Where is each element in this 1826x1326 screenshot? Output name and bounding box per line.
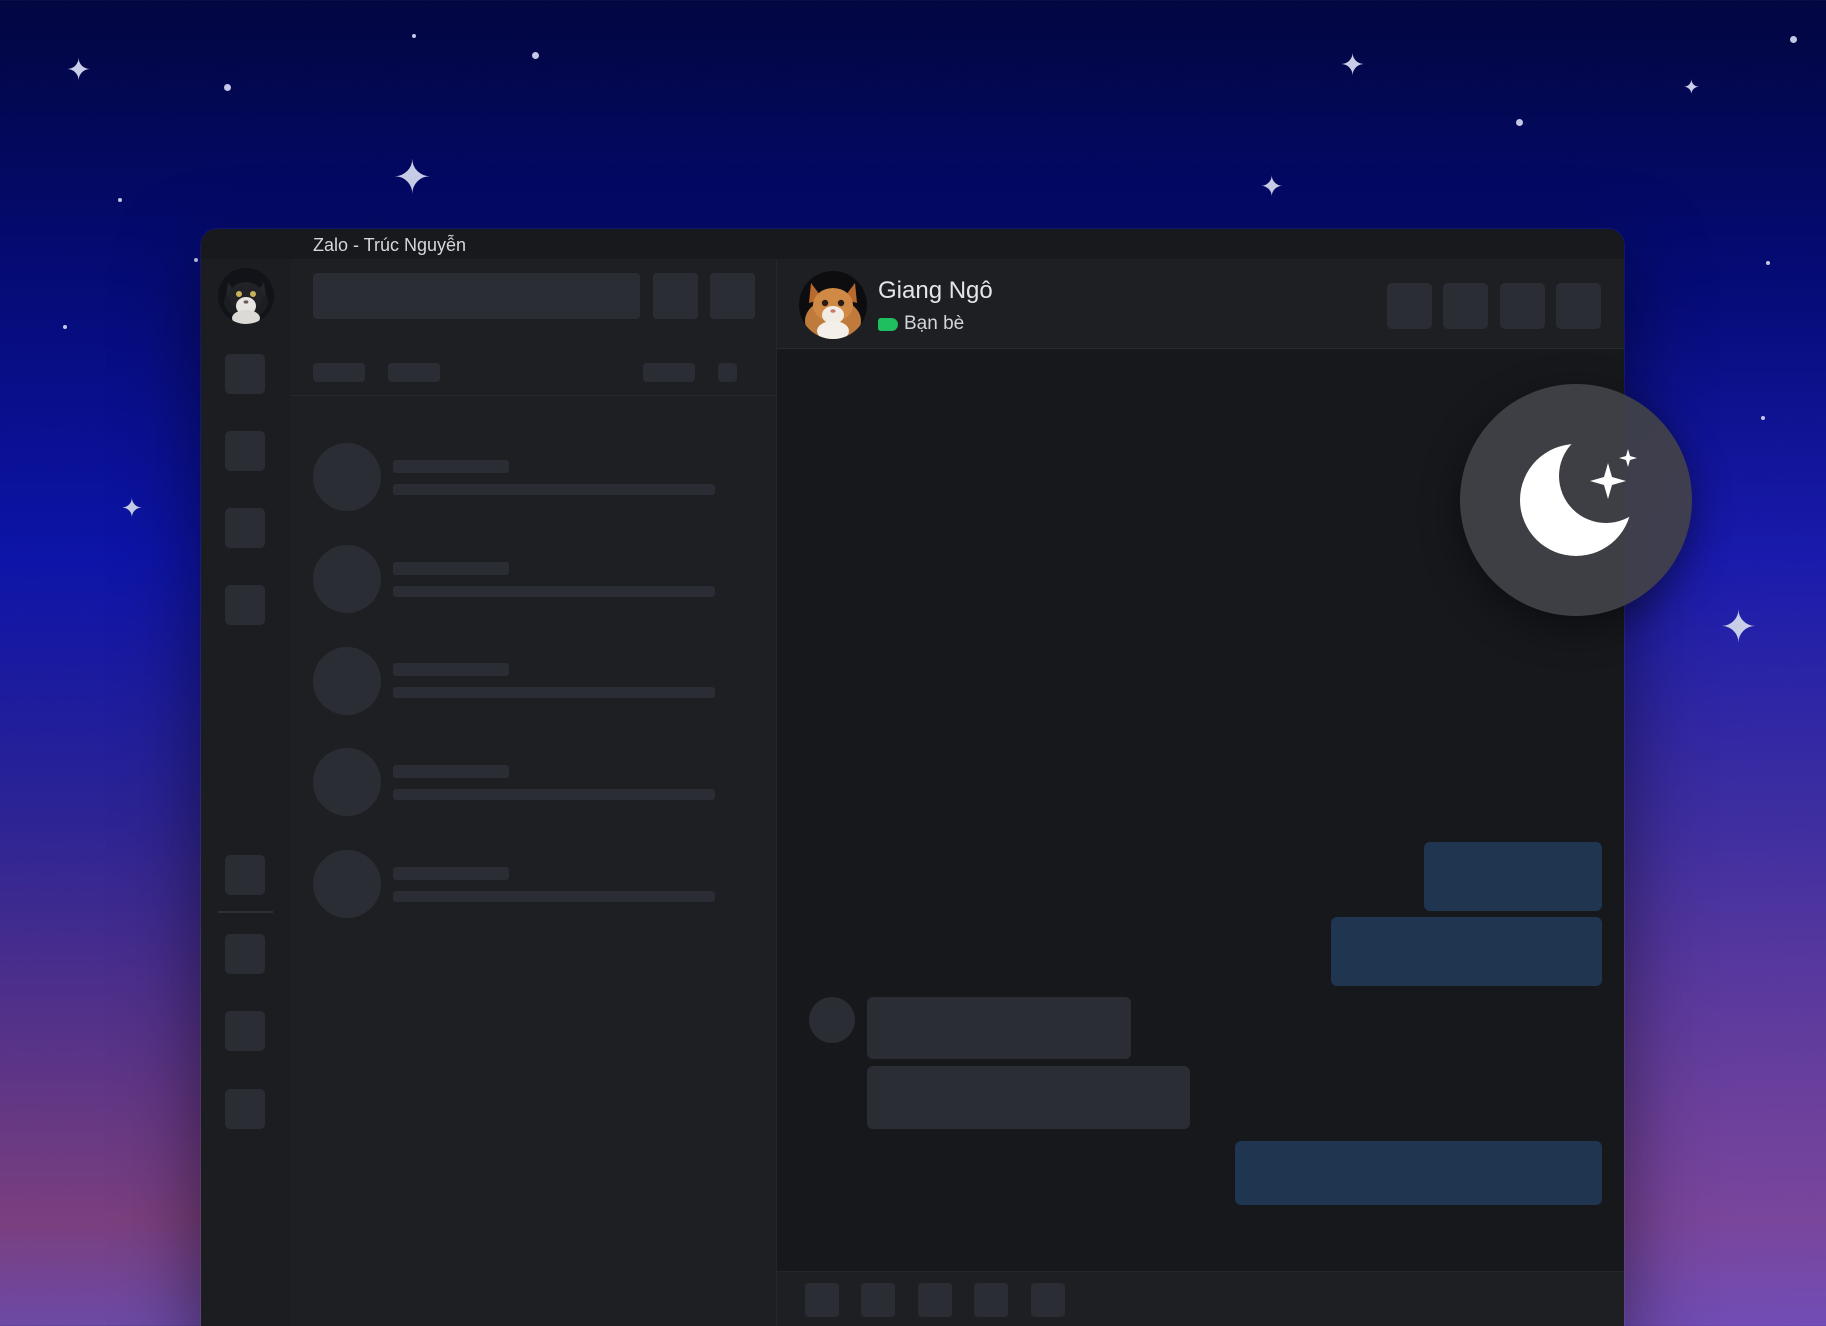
sparkle-star-icon: ✦ [66,53,92,88]
name-skeleton [393,765,509,778]
add-friend-button-skeleton[interactable] [653,273,698,319]
more-filter-skeleton[interactable] [718,363,737,382]
screenshot-button-skeleton[interactable] [974,1283,1008,1317]
chat-header: Giang Ngô Bạn bè [777,259,1624,349]
window-title: Zalo - Trúc Nguyễn [313,235,467,255]
star-dot [1790,36,1797,43]
name-skeleton [393,460,509,473]
star-dot [194,258,198,262]
more-tools-button-skeleton[interactable] [1031,1283,1065,1317]
sidebar-divider [290,395,776,396]
avatar-skeleton [313,443,381,511]
image-button-skeleton[interactable] [861,1283,895,1317]
nav-rail [201,259,290,1326]
nav-contacts-button[interactable] [225,431,265,471]
my-message-bubble[interactable] [1331,917,1602,986]
avatar-skeleton [313,748,381,816]
star-dot [1766,261,1770,265]
nav-todo-button[interactable] [225,508,265,548]
my-message-bubble[interactable] [1424,842,1602,911]
star-dot [1761,416,1765,420]
sparkle-star-icon: ✦ [1340,48,1366,83]
nav-cloud-storage-button[interactable] [225,934,265,974]
star-dot [118,198,122,202]
contact-tag[interactable]: Bạn bè [878,313,964,335]
sparkle-star-icon: ✦ [1683,75,1700,99]
my-message-bubble[interactable] [1235,1141,1602,1205]
avatar-skeleton [313,850,381,918]
sparkle-star-icon: ✦ [1720,602,1757,653]
nav-divider [218,911,273,913]
preview-skeleton [393,891,715,902]
preview-skeleton [393,586,715,597]
preview-skeleton [393,789,715,800]
preview-skeleton [393,687,715,698]
sparkle-star-icon: ✦ [1260,170,1284,203]
preview-skeleton [393,484,715,495]
attach-button-skeleton[interactable] [918,1283,952,1317]
composer-toolbar [777,1271,1624,1326]
nav-settings-button[interactable] [225,1089,265,1129]
nav-tools-button[interactable] [225,855,265,895]
conversation-sidebar [290,259,777,1326]
user-avatar[interactable] [218,268,274,324]
dark-mode-badge [1460,384,1692,616]
name-skeleton [393,562,509,575]
title-bar: Zalo - Trúc Nguyễn [201,229,1624,259]
moon-stars-icon [1520,444,1637,556]
name-skeleton [393,867,509,880]
their-message-bubble[interactable] [867,997,1131,1059]
their-message-bubble[interactable] [867,1066,1190,1129]
contact-name: Giang Ngô [878,277,993,304]
nav-messages-button[interactable] [225,354,265,394]
contact-avatar[interactable] [799,271,867,339]
tab-unread-skeleton[interactable] [388,363,440,382]
search-input-skeleton[interactable] [313,273,640,319]
sender-avatar-skeleton [809,997,855,1043]
add-to-group-button-skeleton[interactable] [1387,283,1432,329]
star-dot [412,34,416,38]
star-dot [224,84,231,91]
avatar-skeleton [313,647,381,715]
nav-briefcase-button[interactable] [225,1011,265,1051]
app-window: Zalo - Trúc Nguyễn Giang Ngô Bạn bè [201,229,1624,1326]
label-tag-icon [878,317,898,331]
nav-cloud-button[interactable] [225,585,265,625]
filter-skeleton[interactable] [643,363,695,382]
tab-all-skeleton[interactable] [313,363,365,382]
star-dot [532,52,539,59]
star-dot [63,325,67,329]
sticker-button-skeleton[interactable] [805,1283,839,1317]
name-skeleton [393,663,509,676]
sparkle-star-icon: ✦ [121,494,143,524]
create-group-button-skeleton[interactable] [710,273,755,319]
contact-tag-label: Bạn bè [904,313,965,334]
star-dot [1516,119,1523,126]
chat-info-button-skeleton[interactable] [1556,283,1601,329]
avatar-skeleton [313,545,381,613]
search-chat-button-skeleton[interactable] [1443,283,1488,329]
video-call-button-skeleton[interactable] [1500,283,1545,329]
sparkle-star-icon: ✦ [393,150,432,204]
